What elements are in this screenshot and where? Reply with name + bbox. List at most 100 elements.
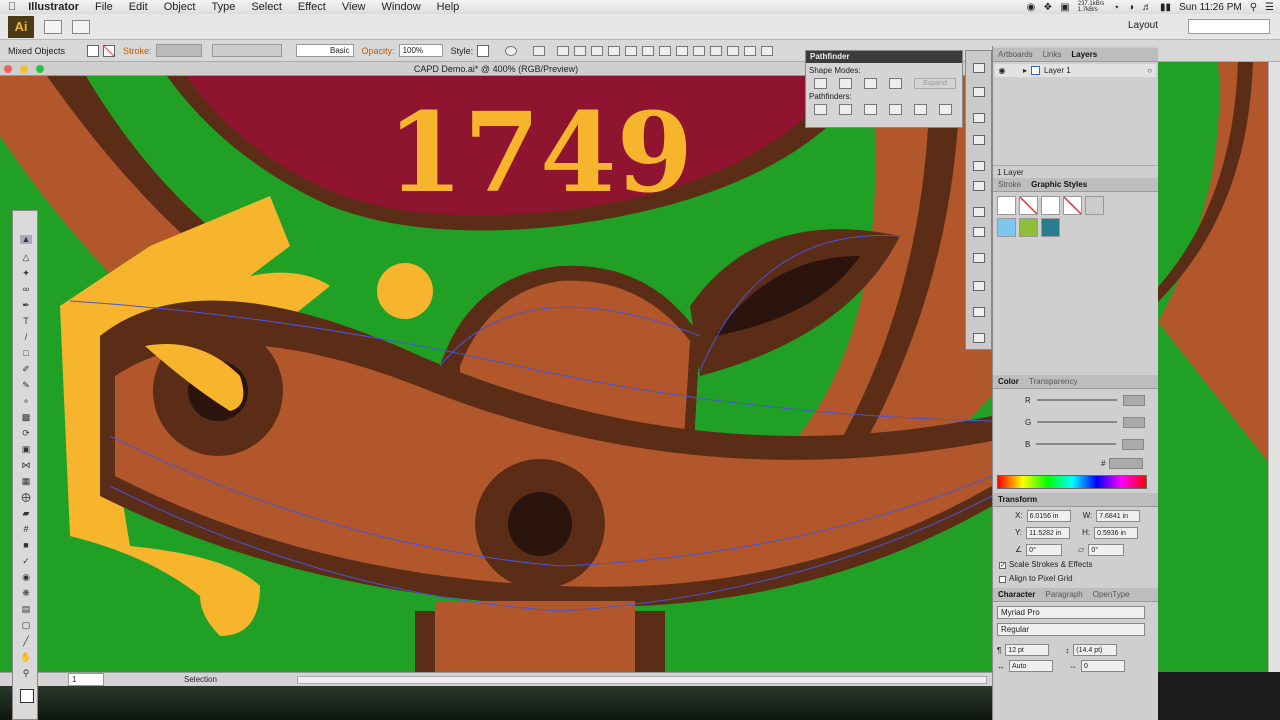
divide-icon[interactable] xyxy=(814,104,827,115)
minimize-window-icon[interactable] xyxy=(20,65,28,73)
zoom-field[interactable]: 1 xyxy=(68,673,104,686)
align-bottom-icon[interactable] xyxy=(642,45,655,56)
menu-help[interactable]: Help xyxy=(429,1,468,13)
style-none[interactable] xyxy=(1019,196,1038,215)
symbol-sprayer-icon[interactable]: ❋ xyxy=(20,589,32,598)
align-middle-icon[interactable] xyxy=(625,45,638,56)
align-top-icon[interactable] xyxy=(608,45,621,56)
font-style-select[interactable]: Regular xyxy=(997,623,1145,636)
layer-name[interactable]: Layer 1 xyxy=(1044,66,1071,75)
style-default[interactable] xyxy=(997,196,1016,215)
zoom-window-icon[interactable] xyxy=(36,65,44,73)
fill-stroke-icon[interactable] xyxy=(20,689,34,703)
tab-transform[interactable]: Transform xyxy=(993,495,1042,504)
font-size-field[interactable]: 12 pt xyxy=(1005,644,1050,656)
visibility-eye-icon[interactable]: ◉ xyxy=(995,66,1009,75)
scale-strokes-row[interactable]: ✓ Scale Strokes & Effects xyxy=(993,558,1158,572)
clock[interactable]: Sun 11:26 PM xyxy=(1179,2,1242,13)
rectangle-tool-icon[interactable]: □ xyxy=(20,349,32,358)
rotate-tool-icon[interactable]: ⟳ xyxy=(20,429,32,438)
style-white[interactable] xyxy=(1041,196,1060,215)
pencil-icon[interactable]: ✎ xyxy=(20,381,32,390)
magic-wand-icon[interactable]: ✦ xyxy=(20,269,32,278)
width-tool-icon[interactable]: ⋈ xyxy=(20,461,32,470)
mesh-tool-icon[interactable]: # xyxy=(20,525,32,534)
blend-tool-icon[interactable]: ◉ xyxy=(20,573,32,582)
unite-icon[interactable] xyxy=(814,78,827,89)
tab-stroke[interactable]: Stroke xyxy=(993,180,1026,189)
appearance-dock-icon[interactable] xyxy=(973,113,985,123)
volume-icon[interactable]: ♬ xyxy=(1142,2,1152,13)
scale-tool-icon[interactable]: ▣ xyxy=(20,445,32,454)
distribute-bottom-icon[interactable] xyxy=(693,45,706,56)
layer-row[interactable]: ◉ ▸ Layer 1 ○ xyxy=(995,64,1156,77)
slice-tool-icon[interactable]: ╱ xyxy=(20,637,32,646)
transform-icon[interactable] xyxy=(533,45,546,56)
g-value[interactable] xyxy=(1123,416,1146,428)
artwork[interactable]: 1749 xyxy=(0,76,992,672)
shape-builder-icon[interactable]: ⨁ xyxy=(20,493,32,502)
tracking-field[interactable]: 0 xyxy=(1081,660,1125,672)
minus-back-icon[interactable] xyxy=(939,104,952,115)
menu-object[interactable]: Object xyxy=(156,1,204,13)
blob-brush-icon[interactable]: ⚬ xyxy=(20,397,32,406)
pathfinder-title[interactable]: Pathfinder xyxy=(806,51,962,63)
b-slider[interactable] xyxy=(1036,443,1117,445)
hex-value[interactable] xyxy=(1109,457,1144,469)
menu-select[interactable]: Select xyxy=(243,1,290,13)
style-blue[interactable] xyxy=(997,218,1016,237)
vertical-scrollbar[interactable] xyxy=(1268,62,1280,672)
outline-icon[interactable] xyxy=(914,104,927,115)
stroke-weight-field[interactable] xyxy=(155,44,202,57)
pathfinder-dock-icon[interactable] xyxy=(973,63,985,73)
tab-layers[interactable]: Layers xyxy=(1066,50,1102,59)
graph-tool-icon[interactable]: ▤ xyxy=(20,605,32,614)
stroke-label[interactable]: Stroke: xyxy=(123,46,152,56)
fill-swatch[interactable] xyxy=(87,44,100,57)
menu-effect[interactable]: Effect xyxy=(290,1,334,13)
artboard-canvas[interactable]: 1749 xyxy=(0,76,992,672)
line-tool-icon[interactable]: / xyxy=(20,333,32,342)
align-pixel-row[interactable]: Align to Pixel Grid xyxy=(993,572,1158,586)
distribute-middle-icon[interactable] xyxy=(676,45,689,56)
image-trace-dock-icon[interactable] xyxy=(973,253,985,263)
font-family-select[interactable]: Myriad Pro xyxy=(997,606,1145,619)
eyedropper-icon[interactable]: ✓ xyxy=(20,557,32,566)
artboards-dock-icon[interactable] xyxy=(973,307,985,317)
align-right-icon[interactable] xyxy=(591,45,604,56)
distribute-top-icon[interactable] xyxy=(659,45,672,56)
leading-field[interactable]: (14.4 pt) xyxy=(1073,644,1118,656)
brush-definition-field[interactable]: Basic xyxy=(295,44,354,57)
align-dock-icon[interactable] xyxy=(973,87,985,97)
align-pixel-checkbox[interactable] xyxy=(999,575,1006,583)
distribute-right-icon[interactable] xyxy=(744,45,757,56)
tab-color[interactable]: Color xyxy=(993,377,1024,386)
dropbox-icon[interactable]: ❖ xyxy=(1043,2,1052,13)
hand-tool-icon[interactable]: ✋ xyxy=(20,653,32,662)
menu-type[interactable]: Type xyxy=(203,1,243,13)
type-tool-icon[interactable]: T xyxy=(20,317,32,326)
exclude-icon[interactable] xyxy=(889,78,902,89)
app-menu[interactable]: Illustrator xyxy=(24,1,87,13)
crop-icon[interactable] xyxy=(889,104,902,115)
align-center-icon[interactable] xyxy=(574,45,587,56)
record-icon[interactable]: ◉ xyxy=(1027,2,1036,13)
angle-field[interactable]: 0° xyxy=(1026,543,1063,556)
tab-graphic-styles[interactable]: Graphic Styles xyxy=(1026,180,1092,189)
recolor-icon[interactable] xyxy=(505,45,518,56)
r-slider[interactable] xyxy=(1036,399,1117,401)
close-window-icon[interactable] xyxy=(4,65,12,73)
variable-width-field[interactable] xyxy=(211,44,282,57)
gradient-tool-icon[interactable]: ■ xyxy=(20,541,32,550)
type-dock-icon[interactable] xyxy=(973,207,985,217)
expand-button[interactable]: Expand xyxy=(914,78,956,89)
style-green[interactable] xyxy=(1019,218,1038,237)
brushes-dock-icon[interactable] xyxy=(973,135,985,145)
menu-view[interactable]: View xyxy=(334,1,374,13)
scale-strokes-checkbox[interactable]: ✓ xyxy=(999,561,1006,569)
menu-file[interactable]: File xyxy=(87,1,121,13)
eraser-icon[interactable]: ▩ xyxy=(20,413,32,422)
r-value[interactable] xyxy=(1122,394,1145,406)
stroke-swatch[interactable] xyxy=(103,44,116,57)
wifi-icon[interactable]: ◑ xyxy=(1128,2,1134,13)
